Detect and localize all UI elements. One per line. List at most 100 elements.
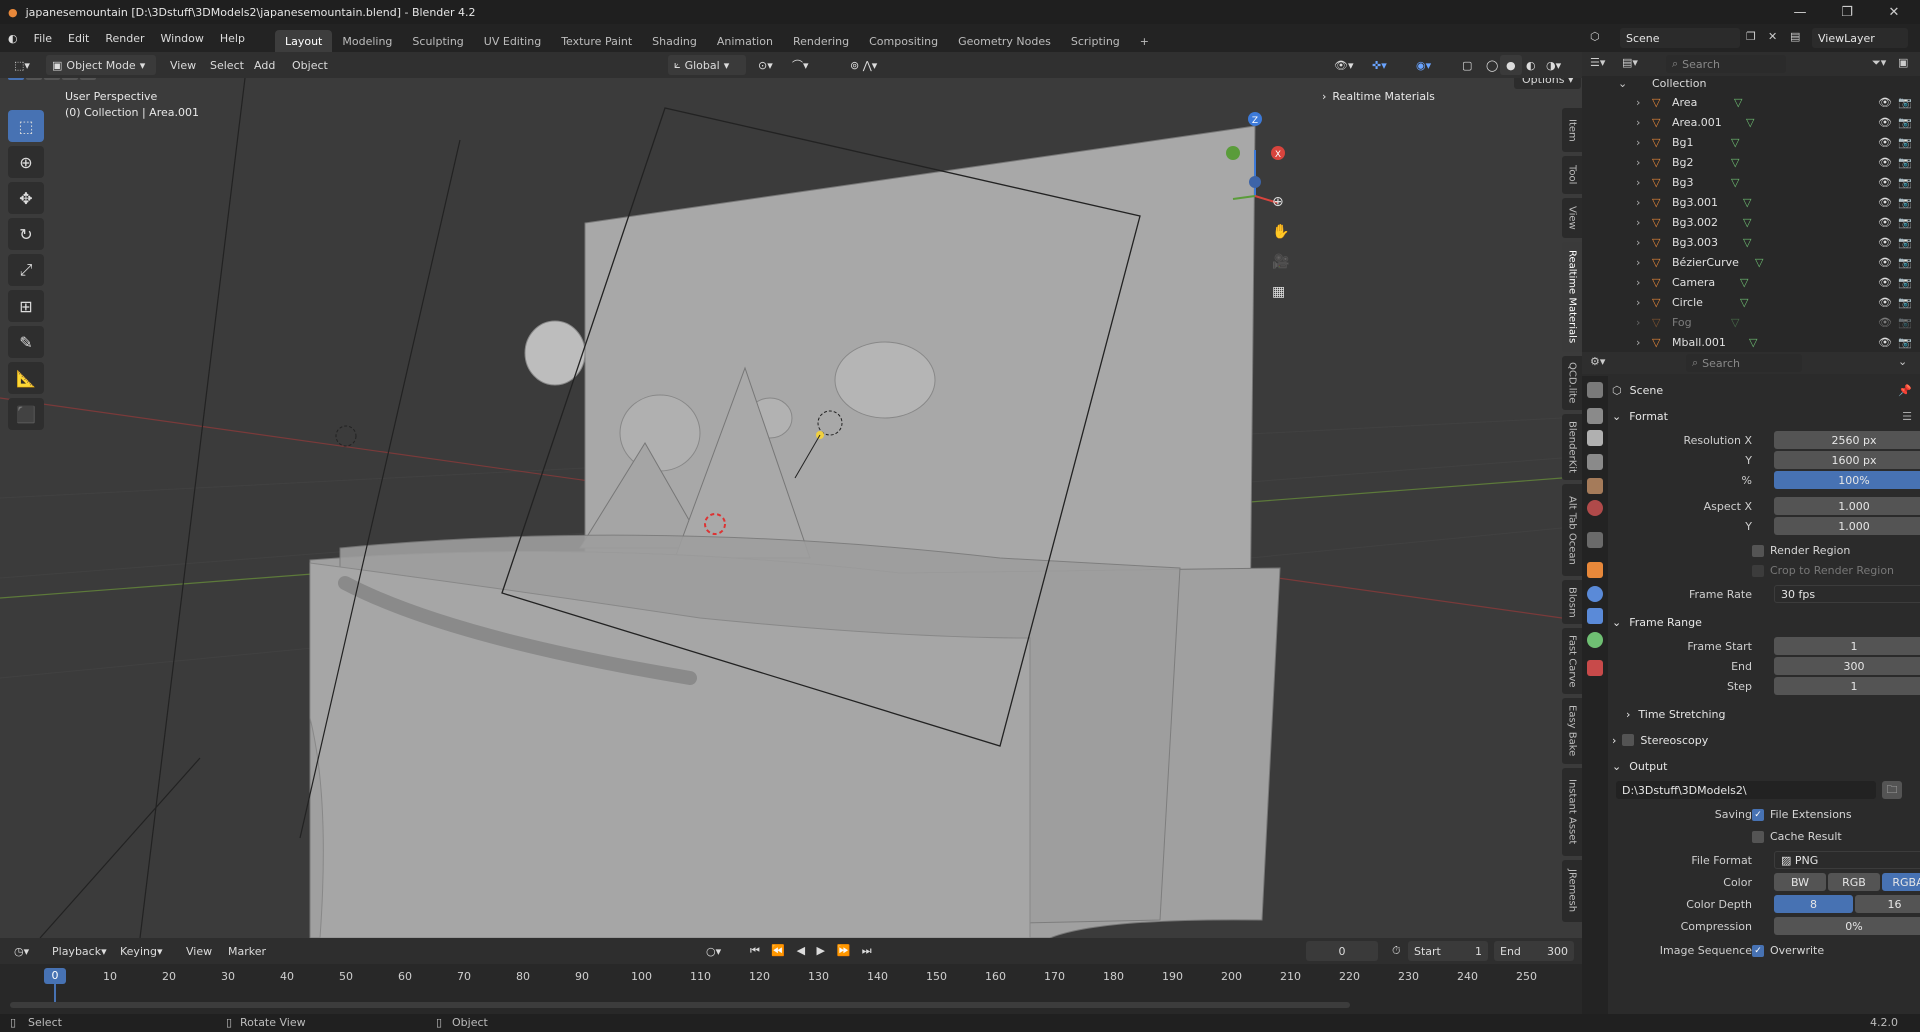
render-camera-icon[interactable]: 📷 xyxy=(1898,136,1912,149)
tab-rendering[interactable]: Rendering xyxy=(783,30,859,52)
render-region-checkbox[interactable] xyxy=(1752,544,1764,557)
aspect-x-field[interactable]: 1.000 xyxy=(1774,497,1920,515)
visibility-eye-icon[interactable]: 👁 xyxy=(1878,336,1892,349)
frame-ruler[interactable]: 0 10 20 30 40 50 60 70 80 90 100 110 120 130 140 150 160… xyxy=(0,968,1582,988)
collapse-chevron-icon[interactable]: › xyxy=(766,78,770,79)
color-bw-button[interactable]: BW xyxy=(1774,873,1826,891)
rendered-shading-icon[interactable]: ◑▾ xyxy=(1540,55,1567,75)
visibility-eye-icon[interactable]: 👁 xyxy=(1878,276,1892,289)
overwrite-checkbox[interactable]: ✓ xyxy=(1752,944,1764,957)
remove-scene-icon[interactable]: ✕ xyxy=(1768,30,1777,43)
expand-chevron-icon[interactable]: › xyxy=(1636,176,1640,189)
outliner-search-input[interactable]: ⌕ Search xyxy=(1666,55,1786,73)
expand-chevron-icon[interactable]: › xyxy=(1636,236,1640,249)
collection-tab-icon[interactable] xyxy=(1587,532,1603,548)
cache-row[interactable]: Cache Result xyxy=(1612,826,1912,846)
visibility-eye-icon[interactable]: 👁 xyxy=(1878,196,1892,209)
depth-8-button[interactable]: 8 xyxy=(1774,895,1853,913)
expand-chevron-icon[interactable]: › xyxy=(1636,276,1640,289)
annotate-tool-icon[interactable]: ✎ xyxy=(8,326,44,358)
resolution-percent-field[interactable]: 100% xyxy=(1774,471,1920,489)
solid-shading-icon[interactable]: ● xyxy=(1500,55,1522,75)
color-rgba-button[interactable]: RGBA xyxy=(1882,873,1920,891)
tab-animation[interactable]: Animation xyxy=(707,30,783,52)
resolution-y-field[interactable]: 1600 px xyxy=(1774,451,1920,469)
close-icon[interactable]: ✕ xyxy=(1874,0,1914,24)
tab-blosm[interactable]: Blosm xyxy=(1562,580,1582,624)
render-camera-icon[interactable]: 📷 xyxy=(1898,116,1912,129)
tab-tool[interactable]: Tool xyxy=(1562,156,1582,194)
folder-icon[interactable]: 🗀 xyxy=(1882,781,1902,799)
mode-dropdown[interactable]: ▣ Object Mode ▾ xyxy=(46,55,156,75)
outliner-item[interactable]: › ▽ Bg1 ▽ 👁 📷 xyxy=(1582,132,1920,152)
aspect-y-field[interactable]: 1.000 xyxy=(1774,517,1920,535)
select-box-tool-icon[interactable]: ⬚ xyxy=(8,110,44,142)
tab-compositing[interactable]: Compositing xyxy=(859,30,948,52)
presets-icon[interactable]: ☰ xyxy=(1902,410,1912,423)
auto-keying-icon[interactable]: ○▾ xyxy=(700,941,727,961)
menu-timeline-view[interactable]: View xyxy=(180,941,218,961)
expand-chevron-icon[interactable]: › xyxy=(1636,316,1640,329)
render-camera-icon[interactable]: 📷 xyxy=(1898,336,1912,349)
crop-region-checkbox[interactable] xyxy=(1752,564,1764,577)
cache-result-checkbox[interactable] xyxy=(1752,830,1764,843)
material-shading-icon[interactable]: ◐ xyxy=(1520,55,1542,75)
add-workspace-icon[interactable]: + xyxy=(1130,30,1159,52)
visibility-eye-icon[interactable]: 👁 xyxy=(1878,256,1892,269)
tab-layout[interactable]: Layout xyxy=(274,30,333,52)
transform-orientation-dropdown[interactable]: ⟀ Global ▾ xyxy=(668,55,746,75)
expand-chevron-icon[interactable]: › xyxy=(1636,216,1640,229)
pin-icon[interactable]: 📌 xyxy=(1898,384,1912,397)
tab-scripting[interactable]: Scripting xyxy=(1061,30,1130,52)
select-extend-icon[interactable] xyxy=(26,78,42,80)
rotate-tool-icon[interactable]: ↻ xyxy=(8,218,44,250)
output-tab-icon[interactable] xyxy=(1587,430,1603,446)
pivot-icon[interactable]: ⊙▾ xyxy=(752,55,779,75)
timeline-editor-type-icon[interactable]: ◷▾ xyxy=(8,941,35,961)
playhead[interactable]: 0 xyxy=(44,968,66,984)
gizmo-y-axis[interactable] xyxy=(1226,146,1240,160)
material-preview-icon[interactable]: ⬢ xyxy=(784,78,794,79)
render-camera-icon[interactable]: 📷 xyxy=(1898,316,1912,329)
select-new-icon[interactable] xyxy=(8,78,24,80)
expand-chevron-icon[interactable]: › xyxy=(1636,196,1640,209)
tab-modeling[interactable]: Modeling xyxy=(332,30,402,52)
constraints-tab-icon[interactable] xyxy=(1587,608,1603,624)
color-rgb-button[interactable]: RGB xyxy=(1828,873,1880,891)
select-invert-icon[interactable] xyxy=(62,78,78,80)
tab-view[interactable]: View xyxy=(1562,198,1582,238)
menu-keying[interactable]: Keying ▾ xyxy=(114,941,168,961)
outliner-item[interactable]: › ▽ Bg3 ▽ 👁 📷 xyxy=(1582,172,1920,192)
tab-easy-bake[interactable]: Easy Bake xyxy=(1562,698,1582,764)
render-camera-icon[interactable]: 📷 xyxy=(1898,176,1912,189)
file-extensions-checkbox[interactable]: ✓ xyxy=(1752,808,1764,821)
menu-help[interactable]: Help xyxy=(212,24,253,52)
menu-add[interactable]: Add xyxy=(248,55,281,75)
visibility-eye-icon[interactable]: 👁 xyxy=(1878,216,1892,229)
minimize-icon[interactable]: — xyxy=(1780,0,1820,24)
visibility-eye-icon[interactable]: 👁 xyxy=(1878,296,1892,309)
3d-viewport[interactable]: Z X User Perspective (0) Collection | Ar… xyxy=(0,78,1582,938)
scene-selector[interactable]: Scene xyxy=(1620,28,1740,48)
scene-tab-icon[interactable] xyxy=(1587,478,1603,494)
outliner-item[interactable]: › ▽ Bg3.001 ▽ 👁 📷 xyxy=(1582,192,1920,212)
tab-realtime-materials[interactable]: Realtime Materials xyxy=(1562,242,1582,352)
output-path-field[interactable]: D:\3Dstuff\3DModels2\ xyxy=(1616,781,1876,799)
menu-playback[interactable]: Playback ▾ xyxy=(46,941,113,961)
playback-controls[interactable]: ⏮ ⏪ ◀ ▶ ⏩ ⏭ xyxy=(744,941,882,961)
scale-tool-icon[interactable]: ⤢ xyxy=(8,254,44,286)
menu-window[interactable]: Window xyxy=(153,24,212,52)
new-collection-icon[interactable]: ▣ xyxy=(1898,56,1908,69)
collection-row[interactable]: ⌄ Collection xyxy=(1582,76,1920,90)
expand-chevron-icon[interactable]: › xyxy=(1636,296,1640,309)
expand-chevron-icon[interactable]: › xyxy=(1636,256,1640,269)
visibility-eye-icon[interactable]: 👁 xyxy=(1878,236,1892,249)
time-stretching-panel-header[interactable]: › Time Stretching xyxy=(1626,702,1920,726)
measure-tool-icon[interactable]: 📐 xyxy=(8,362,44,394)
properties-search-input[interactable]: ⌕ Search xyxy=(1686,354,1802,372)
render-camera-icon[interactable]: 📷 xyxy=(1898,96,1912,109)
editor-type-icon[interactable]: ⬚▾ xyxy=(8,55,36,75)
stereoscopy-panel-header[interactable]: › Stereoscopy xyxy=(1612,728,1912,752)
visibility-eye-icon[interactable]: 👁 xyxy=(1878,156,1892,169)
resolution-x-field[interactable]: 2560 px xyxy=(1774,431,1920,449)
